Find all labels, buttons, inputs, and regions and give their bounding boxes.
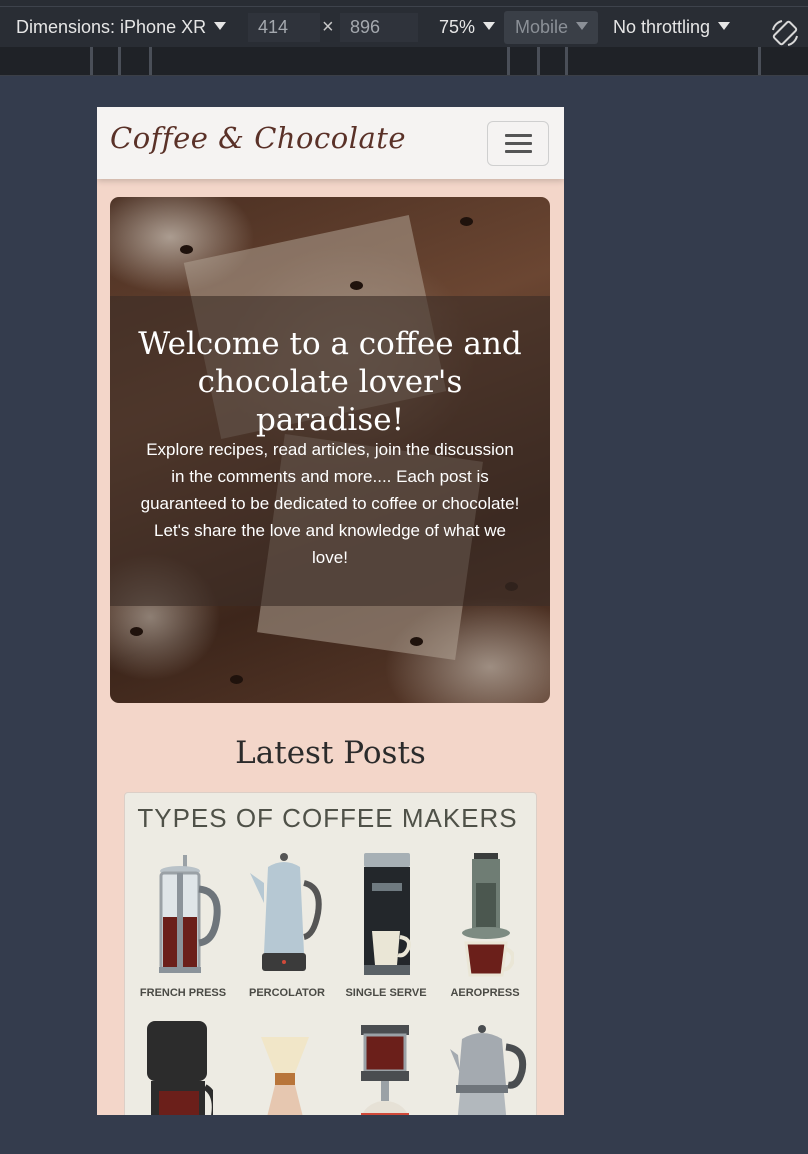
hamburger-line (505, 150, 532, 153)
hero-title: Welcome to a coffee and chocolate lover'… (138, 326, 522, 438)
ruler-tick (537, 47, 540, 75)
times-separator: × (322, 16, 334, 38)
rotate-icon[interactable] (770, 18, 800, 48)
coffee-bean (230, 675, 243, 684)
device-type-dropdown[interactable]: Mobile (504, 11, 599, 44)
maker-label: PERCOLATOR (249, 987, 325, 999)
height-input[interactable]: 896 (340, 13, 418, 42)
caret-down-icon (718, 22, 731, 31)
device-type-label: Mobile (515, 17, 569, 37)
ruler-tick (118, 47, 121, 75)
ruler-tick (565, 47, 568, 75)
coffee-bean (130, 627, 143, 636)
zoom-dropdown[interactable]: 75% (439, 7, 496, 48)
zoom-label: 75% (439, 17, 476, 37)
device-toolbar: Dimensions: iPhone XR 414 × 896 75% Mobi… (0, 6, 808, 48)
hero-description: Explore recipes, read articles, join the… (140, 440, 520, 567)
ruler-tick (149, 47, 152, 75)
hero-banner: Welcome to a coffee and chocolate lover'… (110, 197, 550, 703)
ruler-tick (90, 47, 93, 75)
latest-posts-heading: Latest Posts (235, 735, 426, 771)
french-press-icon (159, 855, 221, 973)
hamburger-menu-button[interactable] (487, 121, 549, 166)
navbar: Coffee & Chocolate (97, 107, 564, 179)
width-input[interactable]: 414 (248, 13, 320, 42)
ruler-tick (758, 47, 761, 75)
coffee-bean (350, 281, 363, 290)
throttling-label: No throttling (613, 17, 711, 37)
maker-label: AEROPRESS (450, 987, 520, 999)
post-image-title: TYPES OF COFFEE MAKERS (137, 803, 518, 833)
caret-down-icon (483, 22, 496, 31)
moka-pot-icon (450, 1025, 527, 1115)
siphon-coffee-maker-icon (361, 1025, 409, 1115)
devtools-toolbar: Dimensions: iPhone XR 414 × 896 75% Mobi… (0, 0, 808, 76)
maker-label: FRENCH PRESS (139, 987, 227, 999)
ruler-tick (507, 47, 510, 75)
coffee-bean (180, 245, 193, 254)
coffee-bean (410, 637, 423, 646)
coffee-bean (460, 217, 473, 226)
caret-down-icon (214, 22, 227, 31)
mobile-viewport: Coffee & Chocolate Welcome to a coffee a… (97, 107, 564, 1115)
chemex-icon (261, 1037, 309, 1115)
hamburger-line (505, 142, 532, 145)
percolator-icon (250, 853, 322, 971)
throttling-dropdown[interactable]: No throttling (613, 7, 731, 48)
brand-logo[interactable]: Coffee & Chocolate (110, 121, 406, 155)
dimensions-label: Dimensions: iPhone XR (16, 17, 207, 37)
single-serve-icon (364, 853, 411, 975)
caret-down-icon (576, 22, 589, 31)
maker-label: SINGLE SERVE (345, 987, 427, 999)
post-card[interactable]: TYPES OF COFFEE MAKERS FRENCH PRESS PERC… (124, 792, 537, 1115)
drip-coffee-maker-icon (147, 1021, 213, 1115)
media-query-ruler (0, 47, 808, 76)
dimensions-dropdown[interactable]: Dimensions: iPhone XR (16, 7, 227, 48)
hamburger-line (505, 134, 532, 137)
aeropress-icon (462, 853, 514, 977)
